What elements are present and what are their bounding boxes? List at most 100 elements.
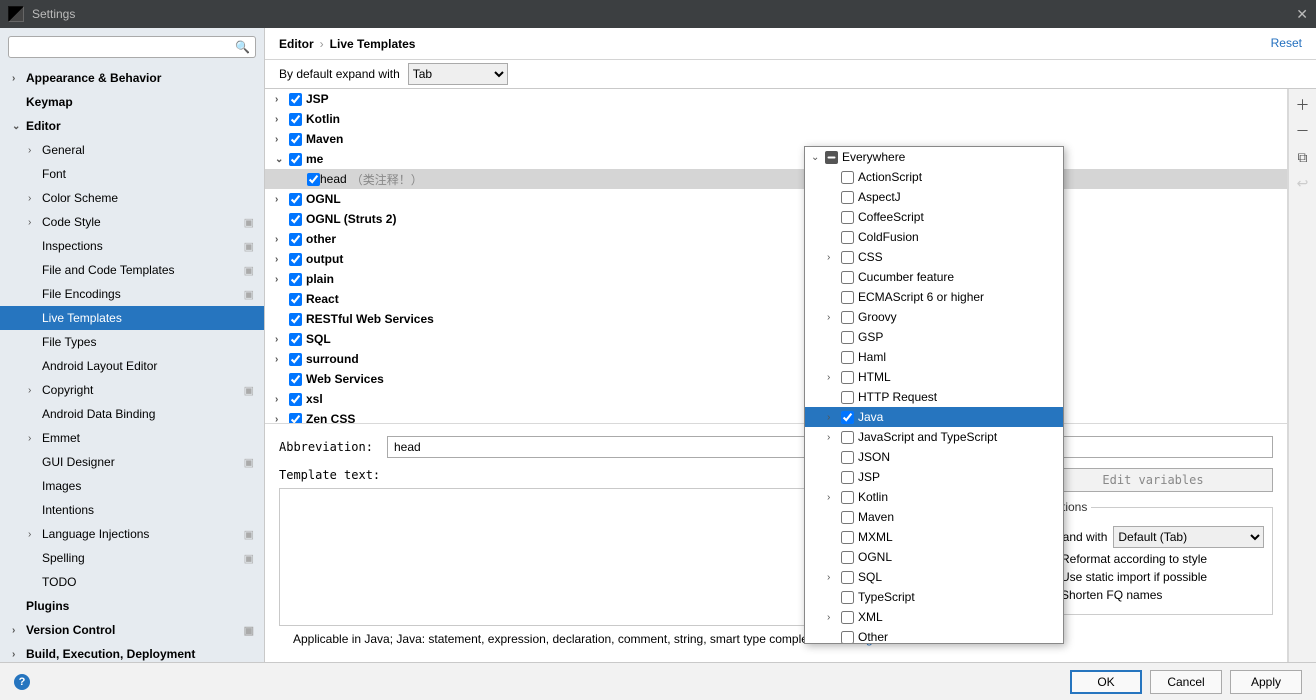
sidebar-item-file-types[interactable]: File Types [0, 330, 264, 354]
remove-icon[interactable]: － [1296, 121, 1310, 141]
footer: ? OK Cancel Apply [0, 662, 1316, 700]
sidebar-item-font[interactable]: Font [0, 162, 264, 186]
group-xsl[interactable]: ›xsl [265, 389, 1287, 409]
group-restful-web-services[interactable]: RESTful Web Services [265, 309, 1287, 329]
context-sql[interactable]: ›SQL [805, 567, 1063, 587]
context-xml[interactable]: ›XML [805, 607, 1063, 627]
context-jsp[interactable]: JSP [805, 467, 1063, 487]
context-mxml[interactable]: MXML [805, 527, 1063, 547]
sidebar-item-gui-designer[interactable]: GUI Designer▣ [0, 450, 264, 474]
group-jsp[interactable]: ›JSP [265, 89, 1287, 109]
edit-variables-button[interactable]: Edit variables [1033, 468, 1273, 492]
context-javascript-and-typescript[interactable]: ›JavaScript and TypeScript [805, 427, 1063, 447]
project-icon: ▣ [244, 552, 254, 565]
reset-link[interactable]: Reset [1271, 36, 1302, 50]
context-cucumber-feature[interactable]: Cucumber feature [805, 267, 1063, 287]
context-gsp[interactable]: GSP [805, 327, 1063, 347]
group-zen-css[interactable]: ›Zen CSS [265, 409, 1287, 424]
group-surround[interactable]: ›surround [265, 349, 1287, 369]
sidebar-item-file-and-code-templates[interactable]: File and Code Templates▣ [0, 258, 264, 282]
context-groovy[interactable]: ›Groovy [805, 307, 1063, 327]
sidebar-item-file-encodings[interactable]: File Encodings▣ [0, 282, 264, 306]
apply-button[interactable]: Apply [1230, 670, 1302, 694]
context-json[interactable]: JSON [805, 447, 1063, 467]
context-kotlin[interactable]: ›Kotlin [805, 487, 1063, 507]
project-icon: ▣ [244, 216, 254, 229]
sidebar-item-color-scheme[interactable]: ›Color Scheme [0, 186, 264, 210]
project-icon: ▣ [244, 456, 254, 469]
context-popup[interactable]: ⌄EverywhereActionScriptAspectJCoffeeScri… [804, 146, 1064, 644]
settings-tree[interactable]: ›Appearance & BehaviorKeymap⌄Editor›Gene… [0, 66, 264, 662]
project-icon: ▣ [244, 384, 254, 397]
expand-select[interactable]: Tab [408, 63, 508, 85]
add-icon[interactable]: ＋ [1296, 95, 1310, 115]
group-web-services[interactable]: Web Services [265, 369, 1287, 389]
group-other[interactable]: ›other [265, 229, 1287, 249]
group-ognl-struts-2-[interactable]: OGNL (Struts 2) [265, 209, 1287, 229]
group-output[interactable]: ›output [265, 249, 1287, 269]
app-icon [8, 6, 24, 22]
template-toolbar: ＋ － ⧉ ↩ [1288, 89, 1316, 662]
sidebar-item-code-style[interactable]: ›Code Style▣ [0, 210, 264, 234]
context-css[interactable]: ›CSS [805, 247, 1063, 267]
context-haml[interactable]: Haml [805, 347, 1063, 367]
template-head[interactable]: head（类注释！） [265, 169, 1287, 189]
context-other[interactable]: Other [805, 627, 1063, 644]
sidebar-item-version-control[interactable]: ›Version Control▣ [0, 618, 264, 642]
sidebar-item-spelling[interactable]: Spelling▣ [0, 546, 264, 570]
window-title: Settings [32, 7, 75, 21]
group-ognl[interactable]: ›OGNL [265, 189, 1287, 209]
sidebar: 🔍 ›Appearance & BehaviorKeymap⌄Editor›Ge… [0, 28, 265, 662]
close-icon[interactable]: ✕ [1296, 6, 1308, 23]
context-ecmascript-6-or-higher[interactable]: ECMAScript 6 or higher [805, 287, 1063, 307]
sidebar-item-intentions[interactable]: Intentions [0, 498, 264, 522]
project-icon: ▣ [244, 528, 254, 541]
group-me[interactable]: ⌄me [265, 149, 1287, 169]
context-everywhere[interactable]: ⌄Everywhere [805, 147, 1063, 167]
help-icon[interactable]: ? [14, 674, 30, 690]
sidebar-item-appearance-behavior[interactable]: ›Appearance & Behavior [0, 66, 264, 90]
sidebar-item-emmet[interactable]: ›Emmet [0, 426, 264, 450]
template-groups[interactable]: ›JSP›Kotlin›Maven⌄mehead（类注释！）›OGNLOGNL … [265, 89, 1287, 424]
expand-with-select[interactable]: Default (Tab) [1113, 526, 1264, 548]
options-fieldset: Options Expand with Default (Tab) Reform… [1033, 500, 1273, 615]
chevron-right-icon: › [320, 37, 324, 51]
context-typescript[interactable]: TypeScript [805, 587, 1063, 607]
sidebar-item-inspections[interactable]: Inspections▣ [0, 234, 264, 258]
sidebar-item-editor[interactable]: ⌄Editor [0, 114, 264, 138]
cancel-button[interactable]: Cancel [1150, 670, 1222, 694]
breadcrumb-editor[interactable]: Editor [279, 37, 314, 51]
group-maven[interactable]: ›Maven [265, 129, 1287, 149]
sidebar-item-android-data-binding[interactable]: Android Data Binding [0, 402, 264, 426]
group-react[interactable]: React [265, 289, 1287, 309]
project-icon: ▣ [244, 624, 254, 637]
context-maven[interactable]: Maven [805, 507, 1063, 527]
group-sql[interactable]: ›SQL [265, 329, 1287, 349]
context-java[interactable]: ›Java [805, 407, 1063, 427]
sidebar-item-copyright[interactable]: ›Copyright▣ [0, 378, 264, 402]
search-input[interactable] [8, 36, 256, 58]
sidebar-item-todo[interactable]: TODO [0, 570, 264, 594]
undo-icon[interactable]: ↩ [1297, 173, 1309, 193]
context-aspectj[interactable]: AspectJ [805, 187, 1063, 207]
sidebar-item-android-layout-editor[interactable]: Android Layout Editor [0, 354, 264, 378]
context-http-request[interactable]: HTTP Request [805, 387, 1063, 407]
abbreviation-label: Abbreviation: [279, 440, 379, 454]
titlebar: Settings ✕ [0, 0, 1316, 28]
context-html[interactable]: ›HTML [805, 367, 1063, 387]
context-coldfusion[interactable]: ColdFusion [805, 227, 1063, 247]
group-plain[interactable]: ›plain [265, 269, 1287, 289]
sidebar-item-live-templates[interactable]: Live Templates [0, 306, 264, 330]
sidebar-item-images[interactable]: Images [0, 474, 264, 498]
context-coffeescript[interactable]: CoffeeScript [805, 207, 1063, 227]
sidebar-item-build-execution-deployment[interactable]: ›Build, Execution, Deployment [0, 642, 264, 662]
sidebar-item-general[interactable]: ›General [0, 138, 264, 162]
sidebar-item-plugins[interactable]: Plugins [0, 594, 264, 618]
context-ognl[interactable]: OGNL [805, 547, 1063, 567]
context-actionscript[interactable]: ActionScript [805, 167, 1063, 187]
copy-icon[interactable]: ⧉ [1298, 147, 1308, 167]
group-kotlin[interactable]: ›Kotlin [265, 109, 1287, 129]
ok-button[interactable]: OK [1070, 670, 1142, 694]
sidebar-item-keymap[interactable]: Keymap [0, 90, 264, 114]
sidebar-item-language-injections[interactable]: ›Language Injections▣ [0, 522, 264, 546]
